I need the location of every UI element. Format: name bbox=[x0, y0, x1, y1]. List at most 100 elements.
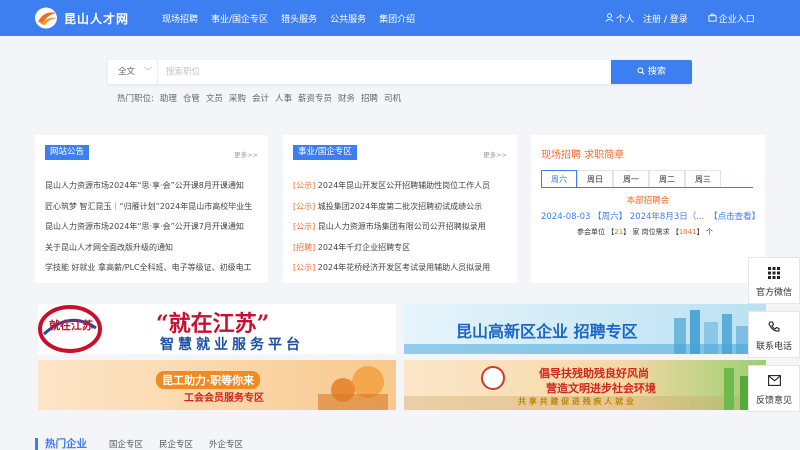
item-text: 城投集团2024年度第二批次招聘初试成绩公示 bbox=[317, 201, 483, 211]
phone-label: 联系电话 bbox=[755, 342, 792, 352]
stats-suffix: 】 个 bbox=[696, 228, 713, 236]
hot-job-link[interactable]: 薪资专员 bbox=[298, 92, 332, 104]
item-text: 2024年昆山开发区公开招聘辅助性岗位工作人员 bbox=[317, 181, 491, 190]
logo-text: 昆山人才网 bbox=[64, 11, 130, 26]
tab-day[interactable]: 周一 bbox=[613, 170, 649, 187]
tab-state-owned[interactable]: 国企专区 bbox=[109, 438, 143, 450]
company-count: 21 bbox=[614, 228, 624, 236]
weekday-tabs: 周六 周日 周一 周二 周三 bbox=[541, 170, 753, 188]
disability-employment-banner[interactable]: 倡导扶残助残良好风尚 营造文明进步社会环境 共 享 共 建 促 进 残 疾 人 … bbox=[404, 360, 766, 410]
item-tag: [公示] bbox=[293, 222, 316, 231]
section-accent-bar bbox=[35, 437, 38, 450]
list-item[interactable]: 昆山人力资源市场2024年“思·享·会”公开课7月开课通知 bbox=[45, 221, 258, 242]
job-fair-card: 现场招聘 求职简章 周六 周日 周一 周二 周三 本部招聘会 2024-08-0… bbox=[531, 135, 765, 283]
top-navbar: 昆山人才网 现场招聘 事业/国企专区 猎头服务 公共服务 集团介绍 个人 注册 … bbox=[0, 0, 800, 36]
high-tech-zone-banner[interactable]: 昆山高新区企业 招聘专区 bbox=[404, 304, 766, 354]
search-button[interactable]: 搜索 bbox=[611, 60, 692, 84]
disability-subline: 共 享 共 建 促 进 残 疾 人 就 业 bbox=[518, 397, 634, 406]
hot-job-link[interactable]: 文员 bbox=[206, 92, 223, 104]
item-text: 昆山人力资源市场集团有限公司公开招聘拟录用 bbox=[317, 222, 486, 231]
search-button-label: 搜索 bbox=[647, 67, 666, 77]
search-type-label: 全文 bbox=[118, 67, 136, 77]
hot-job-link[interactable]: 司机 bbox=[384, 92, 401, 104]
hot-job-link[interactable]: 会计 bbox=[252, 92, 269, 104]
public-sector-list: [公示] 2024年昆山开发区公开招聘辅助性岗位工作人员 [公示] 城投集团20… bbox=[293, 180, 507, 283]
jiangsu-employment-banner[interactable]: 就在江苏 “就在江苏” 智慧就业服务平台 bbox=[38, 304, 396, 354]
search-bar: 全文 ﹀ bbox=[108, 60, 692, 84]
list-item[interactable]: [公示] 2024年花桥经济开发区考试录用辅助人员拟录用 bbox=[293, 262, 507, 283]
fair-date: 2024-08-03 【周六】 2024年8月3日（... bbox=[541, 212, 705, 222]
announcements-card: 网站公告 更多>> 昆山人力资源市场2024年“思·享·会”公开课8月开课通知 … bbox=[35, 135, 268, 283]
hot-job-link[interactable]: 招聘 bbox=[361, 92, 378, 104]
nav-item-public-service[interactable]: 公共服务 bbox=[330, 12, 366, 25]
jiangsu-logo-text: 就在江苏 bbox=[49, 319, 93, 332]
tab-day[interactable]: 周六 bbox=[541, 170, 577, 187]
fair-venue: 本部招聘会 bbox=[626, 196, 670, 206]
tab-day[interactable]: 周三 bbox=[685, 170, 721, 187]
list-item[interactable]: [公示] 城投集团2024年度第二批次招聘初试成绩公示 bbox=[293, 201, 507, 222]
job-count: 1041 bbox=[678, 228, 697, 236]
list-item[interactable]: 匠心筑梦 智汇昆玉｜“归雁计划”2024年昆山市高校毕业生 bbox=[45, 201, 258, 222]
hot-companies-title: 热门企业 bbox=[45, 438, 87, 450]
wechat-widget[interactable]: 官方微信 bbox=[748, 257, 800, 304]
nav-item-headhunting[interactable]: 猎头服务 bbox=[281, 12, 317, 25]
person-icon bbox=[605, 12, 614, 25]
announcements-title: 网站公告 bbox=[45, 145, 90, 160]
main-nav: 现场招聘 事业/国企专区 猎头服务 公共服务 集团介绍 bbox=[162, 12, 428, 25]
list-item[interactable]: [公示] 2024年昆山开发区公开招聘辅助性岗位工作人员 bbox=[293, 180, 507, 201]
list-item[interactable]: 关于昆山人才网全面改版升级的通知 bbox=[45, 242, 258, 263]
phone-widget[interactable]: 联系电话 bbox=[748, 311, 800, 358]
stats-mid: 】 家 岗位需求 【 bbox=[623, 228, 679, 236]
register-login-link[interactable]: 注册 / 登录 bbox=[643, 12, 688, 25]
hot-job-link[interactable]: 助理 bbox=[160, 92, 177, 104]
site-logo[interactable]: 昆山人才网 bbox=[34, 6, 129, 30]
fair-stats: 参会单位 【21】 家 岗位需求 【1041】 个 bbox=[577, 227, 713, 237]
public-sector-more-link[interactable]: 更多>> bbox=[483, 149, 507, 159]
list-item[interactable]: [招聘] 2024年千灯企业招聘专区 bbox=[293, 242, 507, 263]
nav-item-public-sector[interactable]: 事业/国企专区 bbox=[211, 12, 268, 25]
public-sector-title: 事业/国企专区 bbox=[293, 145, 357, 160]
disability-line-2: 营造文明进步社会环境 bbox=[546, 382, 656, 395]
enterprise-entrance-link[interactable]: 企业入口 bbox=[719, 12, 755, 25]
personal-link[interactable]: 个人 bbox=[616, 12, 634, 25]
grid-icon bbox=[749, 267, 799, 281]
union-service-banner[interactable]: 昆工助力·职等你来 工会会员服务专区 bbox=[38, 360, 396, 410]
wechat-label: 官方微信 bbox=[755, 288, 792, 298]
fair-date-line[interactable]: 2024-08-03 【周六】 2024年8月3日（... 【点击查看】 bbox=[541, 210, 760, 222]
item-tag: [公示] bbox=[293, 263, 316, 272]
tab-foreign[interactable]: 外企专区 bbox=[209, 438, 243, 450]
fair-view-link[interactable]: 【点击查看】 bbox=[709, 212, 760, 222]
item-text: 2024年花桥经济开发区考试录用辅助人员拟录用 bbox=[317, 263, 491, 272]
item-text: 2024年千灯企业招聘专区 bbox=[317, 242, 411, 252]
search-icon bbox=[637, 67, 648, 77]
tab-private[interactable]: 民企专区 bbox=[159, 438, 193, 450]
hot-job-link[interactable]: 仓管 bbox=[183, 92, 200, 104]
union-banner-subtitle: 工会会员服务专区 bbox=[184, 393, 264, 404]
logo-mark-icon bbox=[34, 6, 60, 30]
list-item[interactable]: 昆山人力资源市场2024年“思·享·会”公开课8月开课通知 bbox=[45, 180, 258, 201]
hot-job-link[interactable]: 财务 bbox=[338, 92, 355, 104]
feedback-widget[interactable]: 反馈意见 bbox=[748, 365, 800, 412]
nav-item-onsite-recruitment[interactable]: 现场招聘 bbox=[162, 12, 198, 25]
item-tag: [公示] bbox=[293, 201, 316, 211]
item-tag: [公示] bbox=[293, 181, 316, 190]
announcements-more-link[interactable]: 更多>> bbox=[234, 149, 258, 159]
hot-companies-section: 热门企业 国企专区 民企专区 外企专区 bbox=[35, 436, 259, 450]
phone-icon bbox=[749, 321, 799, 335]
search-input[interactable] bbox=[160, 63, 610, 81]
feedback-label: 反馈意见 bbox=[755, 396, 792, 406]
briefcase-icon bbox=[708, 13, 717, 25]
nav-item-about-group[interactable]: 集团介绍 bbox=[379, 12, 415, 25]
union-banner-title: 昆工助力·职等你来 bbox=[156, 371, 261, 389]
chevron-down-icon: ﹀ bbox=[144, 67, 153, 77]
hot-job-link[interactable]: 人事 bbox=[275, 92, 292, 104]
mail-icon bbox=[749, 375, 799, 389]
job-fair-title: 现场招聘 求职简章 bbox=[541, 150, 625, 161]
tab-day[interactable]: 周二 bbox=[649, 170, 685, 187]
tab-day[interactable]: 周日 bbox=[577, 170, 613, 187]
stats-prefix: 参会单位 【 bbox=[577, 228, 615, 236]
list-item[interactable]: [公示] 昆山人力资源市场集团有限公司公开招聘拟录用 bbox=[293, 221, 507, 242]
hot-job-link[interactable]: 采购 bbox=[229, 92, 246, 104]
search-type-select[interactable]: 全文 ﹀ bbox=[108, 60, 158, 84]
list-item[interactable]: 学技能 好就业 拿高薪/PLC全科班、电子等级证、初级电工 bbox=[45, 262, 258, 283]
